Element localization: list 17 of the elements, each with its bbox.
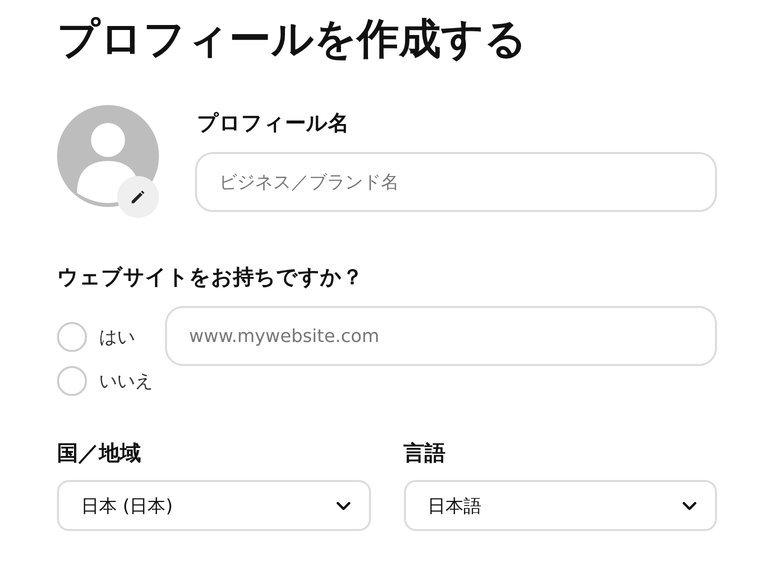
dropdown[interactable]: 日本 (日本)	[57, 480, 370, 531]
profile-name-field[interactable]: ビジネス／ブランド名	[195, 152, 717, 212]
dropdown[interactable]: 日本語	[404, 480, 717, 531]
page-title: プロフィールを作成する	[57, 13, 528, 65]
field-label: プロフィール名	[197, 110, 350, 137]
chevron-down-icon	[336, 500, 350, 510]
radio-label: いいえ	[99, 370, 153, 393]
pencil-icon	[129, 188, 147, 206]
radio-label: はい	[99, 326, 135, 349]
chevron-down-icon	[682, 500, 697, 510]
edit-avatar-button[interactable]	[117, 176, 159, 218]
question-label: ウェブサイトをお持ちですか？	[57, 264, 364, 291]
website-field[interactable]: www.mywebsite.com	[165, 306, 717, 366]
radio-button[interactable]	[57, 322, 87, 352]
radio-button[interactable]	[57, 366, 87, 396]
field-label: 国／地域	[57, 440, 142, 467]
field-label: 言語	[404, 440, 446, 467]
